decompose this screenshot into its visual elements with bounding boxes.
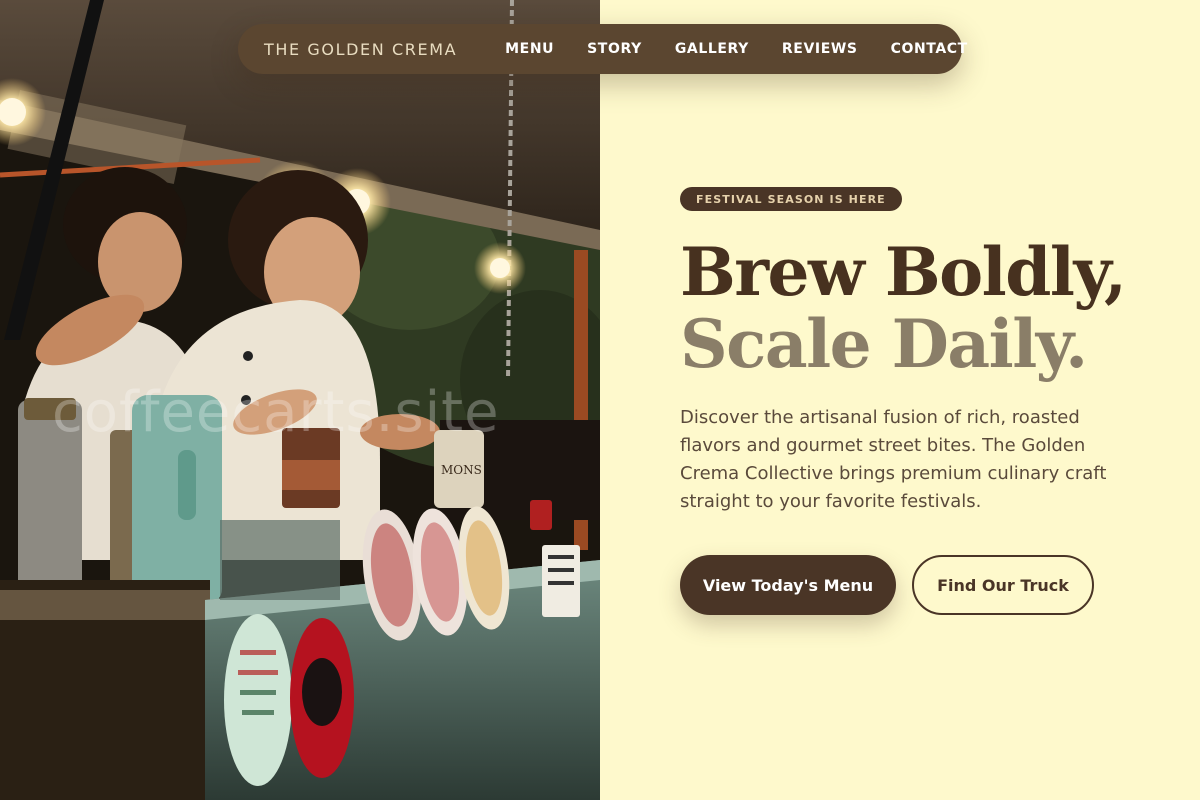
nav-link-menu[interactable]: MENU [505, 41, 554, 57]
festival-badge: FESTIVAL SEASON IS HERE [680, 187, 902, 211]
nav-link-reviews[interactable]: REVIEWS [782, 41, 858, 57]
nav-link-gallery[interactable]: GALLERY [675, 41, 749, 57]
nav-link-contact[interactable]: CONTACT [891, 41, 968, 57]
hero-description: Discover the artisanal fusion of rich, r… [680, 407, 1107, 512]
headline-line-2: Scale Daily. [680, 305, 1088, 383]
jar-label: MONS [441, 463, 482, 477]
find-truck-button[interactable]: Find Our Truck [912, 555, 1094, 615]
nav-link-story[interactable]: STORY [587, 41, 642, 57]
hero-photo: MONS coffeecarts.site [0, 0, 600, 800]
headline-line-1: Brew Boldly, [680, 233, 1127, 311]
hero-headline: Brew Boldly, Scale Daily. [680, 236, 1180, 380]
brand-logo[interactable]: THE GOLDEN CREMA [264, 40, 457, 59]
view-menu-button[interactable]: View Today's Menu [680, 555, 896, 615]
nav-links: MENU STORY GALLERY REVIEWS CONTACT [505, 41, 968, 57]
watermark-text: coffeecarts.site [52, 380, 500, 445]
top-nav: THE GOLDEN CREMA MENU STORY GALLERY REVI… [238, 24, 967, 74]
